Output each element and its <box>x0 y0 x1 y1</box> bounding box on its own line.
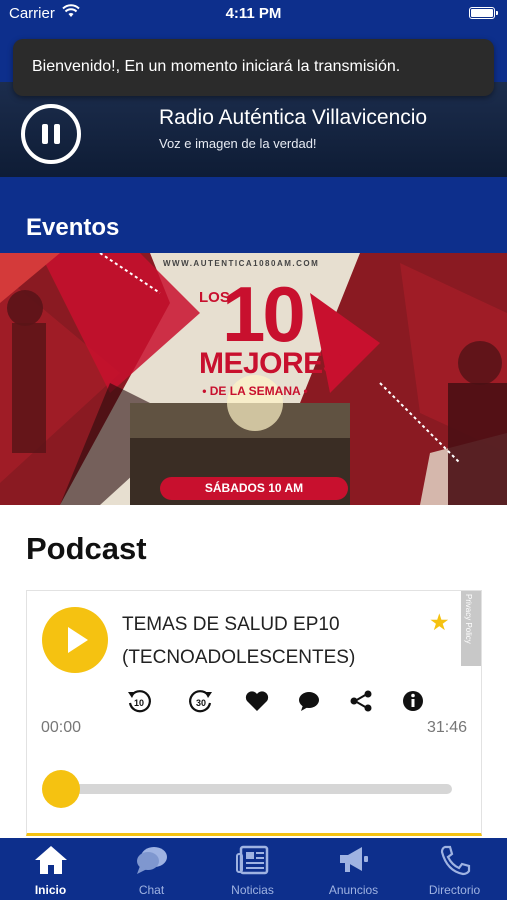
forward-30-icon[interactable]: 30 <box>186 686 216 716</box>
section-title-eventos: Eventos <box>26 214 120 241</box>
tab-label: Directorio <box>428 883 481 897</box>
tab-directorio[interactable]: Directorio <box>404 838 505 900</box>
battery-icon <box>469 7 498 19</box>
event-banner[interactable]: WWW.AUTENTICA1080AM.COM LOS 10 MEJORES •… <box>0 253 507 505</box>
tab-label: Inicio <box>34 883 67 897</box>
radio-player-bar: Radio Auténtica Villavicencio Voz e imag… <box>0 82 507 177</box>
seek-slider-track[interactable] <box>51 784 452 794</box>
pause-icon <box>42 124 48 144</box>
tab-label: Noticias <box>231 883 274 897</box>
status-bar: Carrier 4:11 PM <box>0 0 507 28</box>
episode-title: TEMAS DE SALUD EP10 (TECNOADOLESCENTES) <box>122 614 356 668</box>
station-name: Radio Auténtica Villavicencio <box>159 106 428 129</box>
tab-inicio[interactable]: Inicio <box>0 838 101 900</box>
time-total: 31:46 <box>426 719 467 736</box>
chat-icon <box>101 844 202 878</box>
play-button[interactable] <box>42 607 108 673</box>
forward-30-label: 30 <box>196 698 206 708</box>
phone-icon <box>404 844 505 878</box>
banner-mejores: MEJORES <box>199 347 343 380</box>
bottom-tab-bar: Inicio Chat Noticias Anuncios Directorio <box>0 838 507 900</box>
tab-noticias[interactable]: Noticias <box>202 838 303 900</box>
clock: 4:11 PM <box>225 5 282 22</box>
info-icon[interactable] <box>398 686 428 716</box>
banner-schedule: SÁBADOS 10 AM <box>160 477 348 500</box>
heart-icon[interactable] <box>242 686 272 716</box>
home-icon <box>0 844 101 878</box>
privacy-policy-label: Privacy Policy <box>464 594 473 644</box>
megaphone-icon <box>303 844 404 878</box>
newspaper-icon <box>202 844 303 878</box>
privacy-policy-tab[interactable]: Privacy Policy <box>461 591 481 666</box>
banner-semana: • DE LA SEMANA • <box>202 384 308 398</box>
seek-slider-thumb[interactable] <box>42 770 80 808</box>
station-tagline: Voz e imagen de la verdad! <box>159 136 317 151</box>
tab-label: Chat <box>138 883 165 897</box>
rewind-10-label: 10 <box>134 698 144 708</box>
tab-chat[interactable]: Chat <box>101 838 202 900</box>
banner-number: 10 <box>222 270 306 358</box>
time-current: 00:00 <box>41 719 82 736</box>
play-icon <box>68 627 88 653</box>
tab-label: Anuncios <box>328 883 379 897</box>
app-screen: Carrier 4:11 PM Radio Auténtica Villavic… <box>0 0 507 900</box>
rewind-10-icon[interactable]: 10 <box>124 686 154 716</box>
comment-icon[interactable] <box>294 686 324 716</box>
section-title-podcast: Podcast <box>26 531 147 566</box>
podcast-player-card: TEMAS DE SALUD EP10 (TECNOADOLESCENTES) … <box>26 590 482 836</box>
pause-button[interactable] <box>21 104 81 164</box>
share-icon[interactable] <box>346 686 376 716</box>
welcome-toast: Bienvenido!, En un momento iniciará la t… <box>13 39 494 96</box>
tab-anuncios[interactable]: Anuncios <box>303 838 404 900</box>
banner-url: WWW.AUTENTICA1080AM.COM <box>163 259 320 268</box>
star-icon[interactable]: ★ <box>429 609 450 636</box>
